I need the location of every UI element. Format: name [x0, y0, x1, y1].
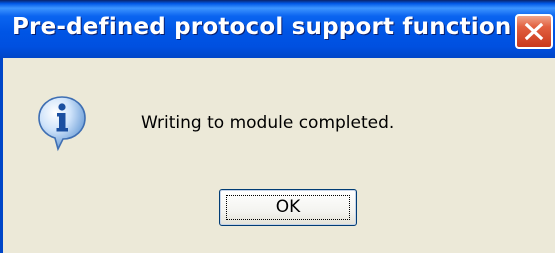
dialog-title: Pre-defined protocol support function	[12, 14, 512, 40]
window-border	[0, 58, 3, 253]
information-icon	[38, 96, 86, 152]
message-dialog: Pre-defined protocol support function Wr…	[0, 0, 555, 253]
ok-button-label: OK	[275, 197, 301, 217]
close-button[interactable]	[515, 14, 553, 49]
title-bar[interactable]: Pre-defined protocol support function	[0, 0, 555, 58]
close-icon	[524, 22, 544, 41]
dialog-message: Writing to module completed.	[141, 113, 395, 133]
ok-button[interactable]: OK	[219, 189, 357, 226]
